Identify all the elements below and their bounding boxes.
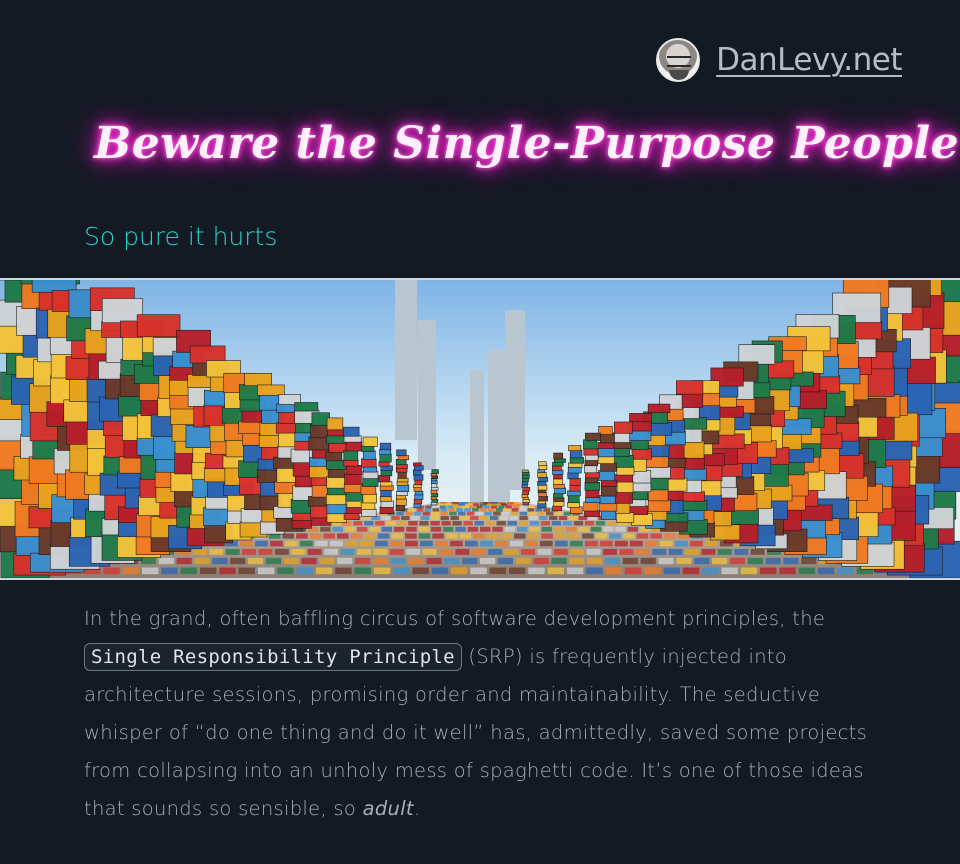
hero-image xyxy=(0,278,960,580)
paragraph-text-1: In the grand, often baffling circus of s… xyxy=(84,607,826,630)
article-page: DanLevy.net Beware the Single-Purpose Pe… xyxy=(0,0,960,864)
site-brand-link[interactable]: DanLevy.net xyxy=(656,38,902,82)
post-subtitle: So pure it hurts xyxy=(84,222,278,251)
post-title: Beware the Single-Purpose People xyxy=(94,118,960,169)
inline-code: Single Responsibility Principle xyxy=(84,643,462,671)
paragraph-text-3: . xyxy=(413,797,421,820)
article-paragraph: In the grand, often baffling circus of s… xyxy=(84,600,884,828)
paragraph-text-2: (SRP) is frequently injected into archit… xyxy=(84,645,868,820)
site-name[interactable]: DanLevy.net xyxy=(716,42,902,78)
emphasis-text: adult xyxy=(362,797,414,820)
author-avatar xyxy=(656,38,701,82)
hero-illustration xyxy=(0,280,960,578)
